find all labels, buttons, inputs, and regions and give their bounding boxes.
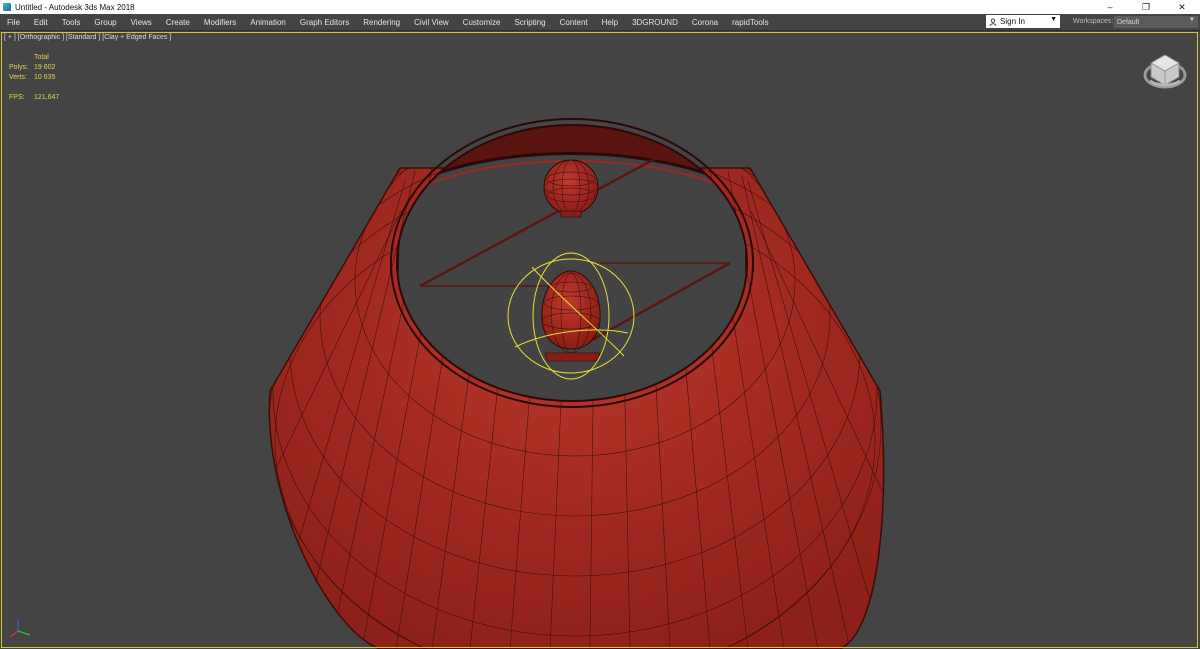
sign-in-label: Sign In [1000,17,1025,26]
menu-help[interactable]: Help [595,18,625,27]
menu-rendering[interactable]: Rendering [356,18,407,27]
menu-animation[interactable]: Animation [243,18,293,27]
menu-corona[interactable]: Corona [685,18,725,27]
workspaces-select[interactable]: Default ▼ [1114,16,1198,28]
menu-modifiers[interactable]: Modifiers [197,18,243,27]
menu-group[interactable]: Group [87,18,123,27]
viewcube-icon[interactable] [1142,51,1188,91]
menu-civil-view[interactable]: Civil View [407,18,456,27]
maximize-button[interactable]: ❐ [1128,0,1164,14]
workspaces-label: Workspaces: [1073,18,1114,25]
shade-opening [396,124,748,402]
3ds-max-icon [3,3,11,11]
menu-content[interactable]: Content [553,18,595,27]
polys-label: Polys: [9,64,29,71]
chevron-down-icon: ▼ [1050,16,1057,23]
scene-render[interactable] [0,31,1200,649]
window-controls: – ❐ ✕ [1092,0,1200,14]
stats-header: Total [34,54,49,61]
menu-bar: File Edit Tools Group Views Create Modif… [0,14,1200,31]
stats-polys: Polys: 19 602 [9,63,59,73]
chevron-down-icon: ▼ [1189,17,1195,23]
axis-tripod-icon [9,619,31,638]
polys-value: 19 602 [34,64,56,71]
stats-verts: Verts: 10 635 [9,73,59,83]
title-bar: Untitled - Autodesk 3ds Max 2018 – ❐ ✕ [0,0,1200,14]
menu-tools[interactable]: Tools [55,18,88,27]
fps-value: 121,647 [34,94,60,101]
viewport[interactable]: [ + ] [Orthographic ] [Standard ] [Clay … [0,31,1200,649]
stats-fps: FPS: 121,647 [9,93,59,103]
menu-3dground[interactable]: 3DGROUND [625,18,685,27]
workspaces-value: Default [1117,18,1140,26]
verts-label: Verts: [9,74,27,81]
sign-in-dropdown[interactable]: Sign In ▼ [986,15,1060,28]
menu-graph-editors[interactable]: Graph Editors [293,18,356,27]
close-button[interactable]: ✕ [1164,0,1200,14]
fps-label: FPS: [9,94,25,101]
menu-edit[interactable]: Edit [27,18,55,27]
viewport-label[interactable]: [ + ] [Orthographic ] [Standard ] [Clay … [4,34,171,41]
window-title: Untitled - Autodesk 3ds Max 2018 [15,2,135,12]
viewport-statistics: Total Polys: 19 602 Verts: 10 635 FPS: 1… [9,53,59,103]
user-icon [989,17,997,26]
menu-scripting[interactable]: Scripting [507,18,552,27]
menu-customize[interactable]: Customize [456,18,508,27]
menu-rapidtools[interactable]: rapidTools [725,18,775,27]
menu-views[interactable]: Views [124,18,159,27]
verts-value: 10 635 [34,74,56,81]
menu-file[interactable]: File [0,18,27,27]
menu-create[interactable]: Create [159,18,197,27]
minimize-button[interactable]: – [1092,0,1128,14]
